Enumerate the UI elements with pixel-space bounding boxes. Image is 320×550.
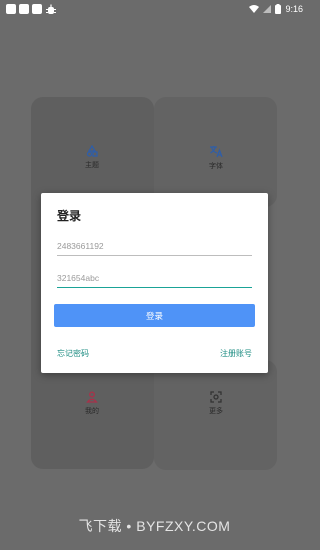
tile-theme[interactable]: 主题: [62, 145, 122, 170]
login-button[interactable]: 登录: [54, 304, 255, 327]
notification-icons: [6, 4, 57, 15]
system-status: 9:16: [249, 4, 303, 14]
tile-label: 主题: [85, 161, 99, 169]
status-bar: 9:16: [0, 0, 309, 18]
wifi-icon: [249, 5, 260, 13]
translate-icon: [210, 146, 223, 158]
app-notification-icon: [32, 4, 42, 14]
register-link[interactable]: 注册账号: [220, 348, 252, 359]
dialog-title: 登录: [57, 209, 82, 223]
app-notification-icon: [6, 4, 16, 14]
person-icon: [86, 391, 98, 403]
tile-label: 字体: [209, 162, 223, 170]
theme-icon: [86, 145, 98, 157]
tile-mine[interactable]: 我的: [62, 391, 122, 416]
account-input[interactable]: [57, 236, 252, 256]
clock: 9:16: [285, 4, 303, 14]
watermark: 飞下载 • BYFZXY.COM: [78, 518, 231, 534]
tile-more[interactable]: 更多: [186, 391, 246, 416]
tile-font[interactable]: 字体: [186, 145, 246, 171]
password-input[interactable]: [57, 268, 252, 288]
more-icon: [210, 391, 222, 403]
bug-icon: [46, 4, 56, 14]
forgot-password-link[interactable]: 忘记密码: [57, 348, 89, 359]
signal-icon: [263, 5, 272, 13]
battery-icon: [275, 4, 282, 14]
tile-label: 我的: [85, 407, 99, 415]
tile-label: 更多: [209, 407, 223, 415]
app-notification-icon: [19, 4, 29, 14]
